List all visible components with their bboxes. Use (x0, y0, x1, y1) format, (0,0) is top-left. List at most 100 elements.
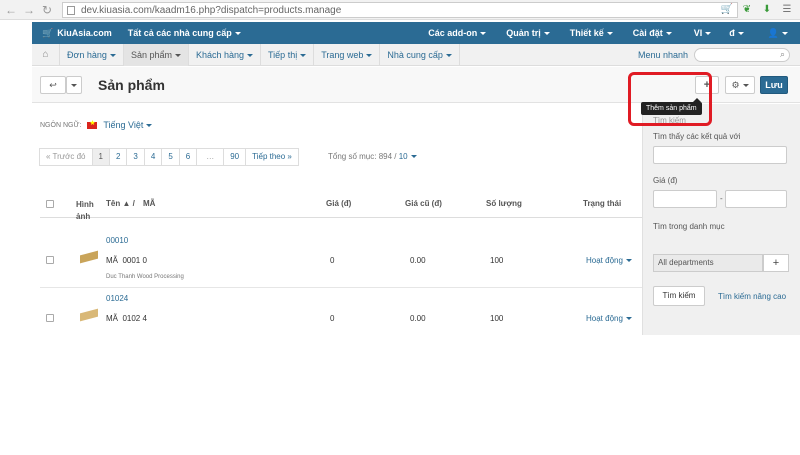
chevron-down-icon (234, 32, 241, 36)
quantity-value[interactable]: 100 (490, 314, 503, 323)
quick-menu-link[interactable]: Menu nhanh (638, 50, 688, 60)
product-vendor: Duc Thanh Wood Processing (106, 274, 184, 280)
admin-page: 🛒 KiuAsia.com Tất cả các nhà cung cấp Cá… (0, 20, 800, 455)
chevron-down-icon (300, 53, 307, 57)
chevron-down-icon (742, 84, 749, 88)
status-select[interactable]: Hoạt động (586, 256, 632, 265)
category-select[interactable]: All departments (653, 254, 763, 272)
status-select[interactable]: Hoạt động (586, 314, 632, 323)
menu-products[interactable]: Sản phẩm (123, 43, 189, 66)
chevron-down-icon (146, 124, 153, 128)
language-label: NGÔN NGỮ: (40, 121, 82, 129)
old-price-value[interactable]: 0.00 (410, 314, 426, 323)
product-name-link[interactable]: 00010 (106, 236, 128, 245)
row-checkbox[interactable] (46, 314, 54, 322)
menu-vendors[interactable]: Nhà cung cấp (380, 43, 460, 66)
back-arrow-icon[interactable]: ← (4, 3, 18, 17)
price-from-input[interactable] (653, 190, 717, 208)
chevron-down-icon (543, 32, 550, 36)
vendor-select[interactable]: Tất cả các nhà cung cấp (128, 28, 241, 38)
settings-dropdown-button[interactable]: ⚙ (725, 76, 755, 94)
page-link[interactable]: 5 (161, 148, 180, 166)
url-text: dev.kiuasia.com/kaadm16.php?dispatch=pro… (81, 4, 342, 16)
reload-icon[interactable]: ↻ (40, 3, 54, 17)
header-old-price: Giá cũ (đ) (405, 199, 442, 208)
header-code-sort[interactable]: MÃ (143, 199, 155, 208)
price-value[interactable]: 0 (330, 314, 334, 323)
leaf-extension-icon[interactable]: ❦ (740, 3, 754, 17)
product-code: MÃ 0001 0 (106, 256, 147, 265)
chevron-down-icon (71, 84, 77, 88)
annotation-highlight (628, 72, 712, 126)
download-extension-icon[interactable]: ⬇ (760, 3, 774, 17)
address-bar[interactable]: dev.kiuasia.com/kaadm16.php?dispatch=pro… (62, 2, 738, 18)
page-link[interactable]: 2 (108, 148, 128, 166)
header-image: Hình ảnh (76, 200, 94, 221)
header-price: Giá (đ) (326, 199, 352, 208)
gear-icon: ⚙ (731, 80, 740, 90)
add-category-button[interactable]: + (763, 254, 789, 272)
page-link[interactable]: 3 (126, 148, 145, 166)
forward-arrow-icon[interactable]: → (22, 3, 36, 17)
settings-menu[interactable]: Cài đặt (633, 28, 672, 38)
menu-orders[interactable]: Đơn hàng (60, 43, 124, 66)
old-price-value[interactable]: 0.00 (410, 256, 426, 265)
keyword-input[interactable] (653, 146, 787, 164)
brand[interactable]: 🛒 KiuAsia.com (42, 28, 112, 39)
chevron-down-icon (625, 317, 632, 321)
global-search-input[interactable]: ⌕ (694, 48, 790, 62)
search-button[interactable]: Tìm kiếm (653, 286, 705, 306)
find-label: Tìm thấy các kết quả với (653, 132, 741, 141)
chevron-down-icon (109, 53, 116, 57)
pagination: « Trước đó 1 2 3 4 5 6 … 90 Tiếp theo » (39, 148, 299, 166)
chevron-down-icon (366, 53, 373, 57)
page-link[interactable]: 6 (178, 148, 198, 166)
chevron-down-icon (625, 259, 632, 263)
header-name-sort[interactable]: Tên ▲ / (106, 199, 135, 208)
page-link[interactable]: 1 (91, 148, 110, 166)
addons-menu[interactable]: Các add-on (428, 28, 487, 38)
chevron-down-icon (174, 53, 181, 57)
chevron-down-icon (247, 53, 254, 57)
user-menu[interactable]: 👤 (768, 28, 788, 39)
language-select[interactable]: Tiếng Việt (103, 120, 153, 130)
save-button[interactable]: Lưu (760, 76, 788, 94)
back-dropdown-button[interactable] (66, 76, 82, 94)
chevron-down-icon (737, 32, 744, 36)
page-icon (67, 6, 75, 15)
page-ellipsis: … (196, 148, 225, 166)
admin-menu[interactable]: Quản trị (506, 28, 550, 38)
back-button[interactable]: ↩ (40, 76, 66, 94)
currency-menu[interactable]: đ (729, 28, 744, 38)
price-to-input[interactable] (725, 190, 787, 208)
menu-customers[interactable]: Khách hàng (189, 43, 262, 66)
product-thumbnail[interactable] (80, 250, 98, 264)
page-title: Sản phẩm (98, 77, 165, 93)
chevron-down-icon (410, 155, 417, 159)
advanced-search-link[interactable]: Tìm kiếm nâng cao (718, 292, 786, 301)
prev-page-link[interactable]: « Trước đó (39, 148, 93, 166)
select-all-checkbox[interactable] (46, 200, 54, 208)
product-code: MÃ 0102 4 (106, 314, 147, 323)
language-menu[interactable]: VI (694, 28, 712, 38)
per-page-select[interactable]: 10 (399, 152, 417, 161)
menu-website[interactable]: Trang web (314, 43, 381, 66)
home-icon[interactable]: ⌂ (32, 43, 60, 66)
vietnam-flag-icon (87, 119, 98, 129)
chevron-down-icon (480, 32, 487, 36)
menu-marketing[interactable]: Tiếp thị (261, 43, 315, 66)
chevron-down-icon (606, 32, 613, 36)
page-link[interactable]: 4 (143, 148, 163, 166)
page-link[interactable]: 90 (223, 148, 247, 166)
quantity-value[interactable]: 100 (490, 256, 503, 265)
product-thumbnail[interactable] (80, 308, 98, 322)
next-page-link[interactable]: Tiếp theo » (245, 148, 299, 166)
row-checkbox[interactable] (46, 256, 54, 264)
price-value[interactable]: 0 (330, 256, 334, 265)
header-status: Trạng thái (583, 199, 622, 208)
menu-icon[interactable]: ☰ (780, 3, 794, 17)
admin-topbar: 🛒 KiuAsia.com Tất cả các nhà cung cấp Cá… (32, 22, 800, 44)
cart-extension-icon[interactable]: 🛒 (720, 3, 734, 17)
product-name-link[interactable]: 01024 (106, 294, 128, 303)
design-menu[interactable]: Thiết kế (570, 28, 613, 38)
